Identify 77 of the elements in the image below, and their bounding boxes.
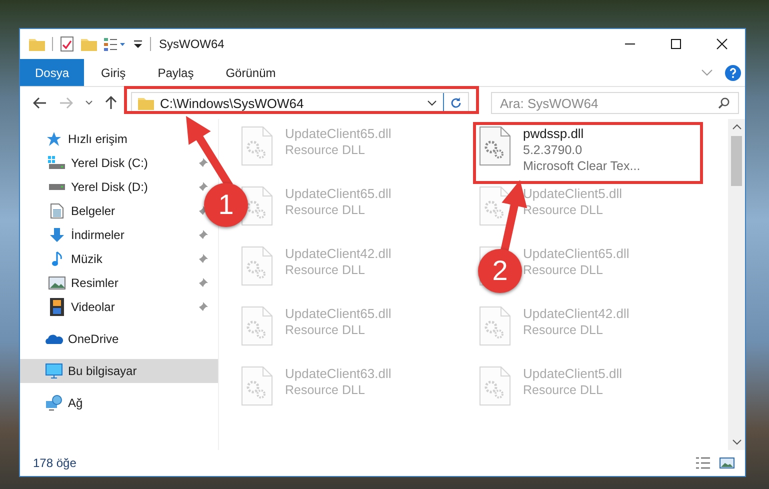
window-title: SysWOW64 [159,37,224,51]
file-detail: 5.2.3790.0 [523,142,584,158]
file-detail: Resource DLL [523,202,604,218]
dll-file-icon [479,126,511,166]
maximize-icon [670,38,682,50]
windows-drive-icon [48,156,66,170]
expand-ribbon-icon[interactable] [701,68,713,76]
picture-icon [48,276,66,290]
properties-icon[interactable] [60,36,74,52]
address-path: C:\Windows\SysWOW64 [160,96,305,110]
scroll-up-icon[interactable] [732,124,742,130]
ribbon-tab[interactable]: Görünüm [210,59,291,86]
file-detail: Resource DLL [285,262,366,278]
close-icon [716,38,728,50]
file-detail: Resource DLL [523,382,604,398]
search-field[interactable]: Ara: SysWOW64 [491,92,739,114]
download-arrow-icon [49,227,65,243]
dll-file-icon [479,186,511,226]
refresh-icon[interactable] [450,97,462,109]
file-name[interactable]: pwdssp.dll [523,126,640,142]
dropdown-icon[interactable] [133,39,143,49]
sidebar-item[interactable]: OneDrive [68,332,119,346]
drive-icon [48,184,66,190]
search-icon [718,97,730,109]
sidebar-item[interactable]: Resimler [71,276,118,290]
pin-icon[interactable] [198,182,208,192]
dll-file-icon [241,366,273,406]
pin-icon[interactable] [198,302,208,312]
pin-icon[interactable] [198,278,208,288]
pin-icon[interactable] [198,254,208,264]
sidebar-item[interactable]: Bu bilgisayar [68,364,137,378]
file-detail: Resource DLL [523,262,604,278]
sidebar-item[interactable]: Müzik [71,252,102,266]
dll-file-icon [241,306,273,346]
ribbon-tab[interactable]: Giriş [86,59,141,86]
pin-icon[interactable] [198,158,208,168]
dll-file-icon [241,246,273,286]
sidebar-item[interactable]: İndirmeler [71,228,124,242]
item-count: 178 öğe [33,456,76,470]
file-detail: Resource DLL [285,322,366,338]
help-icon[interactable] [725,64,741,80]
sidebar-item[interactable]: Ağ [68,396,83,410]
dll-file-icon [479,366,511,406]
cloud-icon [45,334,63,344]
scrollbar-thumb[interactable] [731,136,742,186]
star-icon [46,131,62,147]
sidebar-item[interactable]: Videolar [71,300,115,314]
ribbon-tab[interactable]: Paylaş [142,59,209,86]
dll-file-icon [479,306,511,346]
details-view-icon[interactable] [695,456,711,470]
view-options-icon[interactable] [104,37,126,51]
file-detail: Resource DLL [285,142,366,158]
file-detail: Resource DLL [523,322,604,338]
address-bar[interactable]: C:\Windows\SysWOW64 [131,92,469,114]
large-icons-view-icon[interactable] [719,456,735,470]
recent-locations-icon[interactable] [85,100,93,106]
file-detail: Microsoft Clear Tex... [523,158,640,174]
document-icon [50,203,64,219]
folder-icon [138,96,154,110]
file-detail: Resource DLL [285,202,366,218]
chevron-down-icon[interactable] [427,100,437,106]
film-strip-icon [50,298,64,316]
sidebar-item[interactable]: Hızlı erişim [68,132,128,146]
file-detail: Resource DLL [285,382,366,398]
dll-file-icon [241,126,273,166]
sidebar-item[interactable]: Yerel Disk (C:) [71,156,148,170]
up-arrow-icon[interactable] [105,96,117,110]
pin-icon[interactable] [198,230,208,240]
scroll-down-icon[interactable] [732,439,742,445]
sidebar-item[interactable]: Yerel Disk (D:) [71,180,148,194]
network-icon [45,395,63,411]
ribbon-tab[interactable]: Dosya [20,59,84,86]
back-arrow-icon[interactable] [33,97,47,109]
music-note-icon [51,251,63,267]
sidebar-item[interactable]: Belgeler [71,204,116,218]
computer-icon [45,363,63,379]
vertical-scrollbar[interactable] [728,119,745,450]
